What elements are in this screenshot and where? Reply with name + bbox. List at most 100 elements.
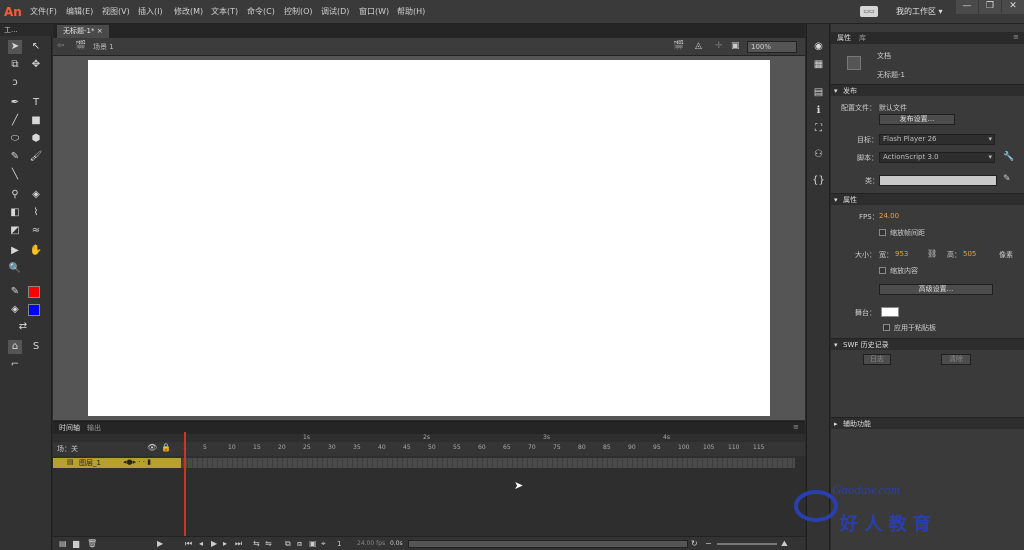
paint-brush-icon[interactable]: ╲ [8,168,22,182]
frame-ruler[interactable]: 1510152025303540455055606570758085909510… [183,432,793,456]
stage-canvas[interactable] [88,60,770,416]
free-transform-icon[interactable]: ⧉ [8,58,22,72]
components-panel-icon[interactable]: ⚇ [812,148,825,161]
fps-value[interactable]: 24.00 [879,212,899,220]
menu-file[interactable]: 文件(F) [30,6,57,17]
center-frame-icon[interactable]: ⇋ [265,539,272,548]
layer-row[interactable]: ▤ 图层_1 ◂●▸ · · ▮ [53,458,795,468]
lock-all-layers-icon[interactable]: 🔒 [161,443,171,452]
selection-tool-icon[interactable]: ➤ [8,40,22,54]
polystar-tool-icon[interactable]: ⬢ [29,132,43,146]
workspace-switch-icon[interactable]: ▭▭ [860,6,878,17]
zoom-select[interactable]: 100% [747,41,797,53]
workspace-dropdown[interactable]: 我的工作区 ▾ [896,6,943,17]
tab-timeline[interactable]: 时间轴 [59,423,80,433]
layer-name[interactable]: 图层_1 [79,458,101,468]
color-panel-icon[interactable]: ◉ [812,40,825,53]
menu-debug[interactable]: 调试(D) [321,6,349,17]
class-input[interactable] [879,175,997,186]
section-properties[interactable]: 属性 [831,193,1024,206]
height-value[interactable]: 505 [963,250,976,258]
scale-spans-checkbox[interactable] [879,229,886,236]
tab-library[interactable]: 库 [859,33,866,43]
width-value[interactable]: 953 [895,250,908,258]
clip-content-icon[interactable]: ▣ [731,41,740,51]
back-arrow-icon[interactable]: ⇦ [57,41,65,51]
parent-layer-label[interactable]: 场：关 [57,444,78,454]
panel-menu-icon[interactable]: ≡ [1013,33,1019,41]
lasso-tool-icon[interactable]: ↄ [8,76,22,90]
eraser-tool-icon[interactable]: ◩ [8,224,22,238]
pencil-tool-icon[interactable]: ✎ [8,150,22,164]
smooth-icon[interactable]: S [29,340,43,354]
menu-window[interactable]: 窗口(W) [359,6,389,17]
text-tool-icon[interactable]: T [29,96,43,110]
camera-tool-icon[interactable]: ▶ [8,244,22,258]
ink-bottle-icon[interactable]: ◧ [8,206,22,220]
menu-control[interactable]: 控制(O) [284,6,313,17]
scale-content-checkbox[interactable] [879,267,886,274]
section-accessibility[interactable]: 辅助功能 [831,417,1024,430]
code-snippets-icon[interactable]: {} [812,174,825,187]
elapsed-time[interactable]: 0.0s [390,540,403,547]
new-layer-icon[interactable]: ▤ [59,539,67,548]
history-clear-button[interactable]: 清除 [941,354,971,365]
tab-properties[interactable]: 属性 [837,33,851,43]
center-stage-icon[interactable]: ✛ [715,41,723,51]
camera-toggle-icon[interactable]: ▶ [157,539,163,548]
publish-settings-button[interactable]: 发布设置... [879,114,955,125]
edit-class-icon[interactable]: ✎ [1003,174,1011,184]
info-panel-icon[interactable]: ℹ [812,104,825,117]
edit-multiple-icon[interactable]: ▣ [309,539,317,548]
section-publish[interactable]: 发布 [831,84,1024,97]
first-frame-icon[interactable]: ⏮ [185,539,192,549]
line-tool-icon[interactable]: ╱ [8,114,22,128]
advanced-settings-button[interactable]: 高级设置... [879,284,993,295]
onion-skin-icon[interactable]: ⧉ [285,539,291,549]
bone-tool-icon[interactable]: ⚲ [8,188,22,202]
menu-text[interactable]: 文本(T) [211,6,238,17]
layer-controls-icon[interactable]: ◂●▸ · · ▮ [123,458,151,466]
layer-selected-bar[interactable]: ▤ 图层_1 ◂●▸ · · ▮ [53,458,181,468]
zoom-tool-icon[interactable]: 🔍 [8,262,22,276]
rectangle-tool-icon[interactable]: ■ [29,114,43,128]
paint-bucket-icon[interactable]: ◈ [29,188,43,202]
onion-outline-icon[interactable]: ⧈ [297,539,302,549]
tab-output[interactable]: 输出 [87,423,101,433]
transform-panel-icon[interactable]: ⛶ [812,122,825,135]
frame-cells[interactable] [183,458,795,468]
zoom-in-icon[interactable]: ⛰ [781,539,788,549]
width-tool-icon[interactable]: ≈ [29,224,43,238]
fill-color-swatch[interactable] [28,304,40,316]
apply-pasteboard-checkbox[interactable] [883,324,890,331]
3d-rotation-icon[interactable]: ✥ [29,58,43,72]
show-all-layers-icon[interactable]: 👁 [147,443,157,452]
section-swf-history[interactable]: SWF 历史记录 [831,338,1024,351]
frame-rate[interactable]: 24.00 fps [357,540,385,547]
playhead[interactable] [184,432,186,550]
pen-tool-icon[interactable]: ✒ [8,96,22,110]
last-frame-icon[interactable]: ⏭ [235,539,242,549]
menu-insert[interactable]: 插入(I) [138,6,163,17]
timeline-scrollbar[interactable] [408,540,688,548]
stroke-color-swatch[interactable] [28,286,40,298]
swap-colors-icon[interactable]: ⇄ [16,320,30,334]
close-button[interactable]: ✕ [1002,0,1024,14]
hand-tool-icon[interactable]: ✋ [29,244,43,258]
edit-scene-icon[interactable]: 🎬 [673,41,684,51]
menu-help[interactable]: 帮助(H) [397,6,425,17]
zoom-slider[interactable] [717,543,777,545]
onion-markers-icon[interactable]: ⌖ [321,539,326,549]
current-frame[interactable]: 1 [337,540,341,548]
edit-symbol-icon[interactable]: ◬ [695,41,702,51]
swatches-panel-icon[interactable]: ▦ [812,58,825,71]
menu-modify[interactable]: 修改(M) [174,6,203,17]
menu-view[interactable]: 视图(V) [102,6,130,17]
delete-layer-icon[interactable]: 🗑 [87,539,97,548]
next-frame-icon[interactable]: ▸ [223,539,227,548]
prev-frame-icon[interactable]: ◂ [199,539,203,548]
minimize-button[interactable]: — [956,0,978,14]
script-select[interactable]: ActionScript 3.0 [879,152,995,163]
maximize-button[interactable]: ❐ [979,0,1001,14]
zoom-out-icon[interactable]: − [705,539,712,548]
